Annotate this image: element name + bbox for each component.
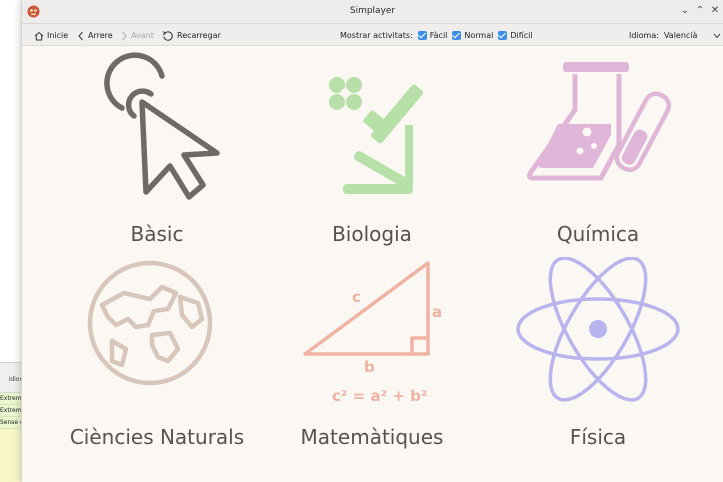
close-button[interactable]: ✕ (708, 4, 722, 18)
easy-label[interactable]: Fàcil (430, 31, 448, 40)
main-window: Simplayer ⌄ ⌃ ✕ Inicie Arrere Avant Reca… (21, 0, 723, 482)
side-b-label: b (364, 358, 375, 376)
home-button[interactable]: Inicie (34, 29, 68, 42)
chevron-down-icon (714, 33, 721, 38)
subject-natural-sciences[interactable]: Ciències Naturals (42, 257, 272, 462)
subject-label: Ciències Naturals (69, 425, 245, 449)
reload-label: Recarregar (177, 31, 221, 40)
maximize-button[interactable]: ⌃ (693, 4, 707, 18)
home-icon (34, 31, 44, 40)
language-label: Idioma: (629, 31, 659, 40)
show-activities-label: Mostrar activitats: (340, 31, 413, 40)
subject-label: Química (556, 222, 640, 246)
globe-icon (87, 260, 213, 386)
forward-label: Avant (131, 31, 154, 40)
back-label: Arrere (88, 31, 113, 40)
forward-button[interactable]: Avant (120, 29, 154, 42)
reload-button[interactable]: Recarregar (162, 29, 221, 42)
language-selector[interactable]: Idioma: Valencià (629, 29, 723, 42)
subject-label: Bàsic (130, 222, 184, 246)
atom-icon (516, 257, 680, 402)
window-title: Simplayer (349, 6, 396, 16)
language-value[interactable]: Valencià (664, 31, 698, 40)
home-label: Inicie (47, 31, 69, 40)
chevron-right-icon (122, 31, 127, 40)
side-a-label: a (432, 303, 442, 321)
subject-physics[interactable]: Física (483, 257, 713, 462)
reload-icon (162, 30, 173, 41)
toolbar: Inicie Arrere Avant Recarregar Mostrar a… (22, 24, 723, 46)
side-c-label: c (352, 288, 361, 306)
hard-label[interactable]: Difícil (510, 31, 532, 40)
desktop: { "background_window": { "header": "Idio… (0, 0, 723, 482)
chevron-left-icon (78, 31, 83, 40)
minimize-button[interactable]: ⌄ (678, 4, 692, 18)
pythagoras-formula: c² = a² + b² (332, 387, 428, 405)
microscope-icon (329, 77, 423, 194)
subject-basic[interactable]: Bàsic (42, 50, 272, 255)
back-button[interactable]: Arrere (77, 29, 113, 42)
triangle-icon: c a b c² = a² + b² (303, 261, 442, 405)
title-bar[interactable]: Simplayer ⌄ ⌃ ✕ (22, 0, 723, 24)
normal-checkbox[interactable] (452, 31, 462, 40)
subject-chemistry[interactable]: Química (483, 50, 713, 255)
subject-biology[interactable]: Biologia (257, 50, 487, 255)
activity-filter: Mostrar activitats: Fàcil Normal Difícil (340, 29, 533, 42)
subject-math[interactable]: c a b c² = a² + b² Matemàtiques (257, 257, 487, 462)
subject-label: Física (569, 425, 627, 449)
subject-label: Matemàtiques (300, 425, 444, 449)
easy-checkbox[interactable] (417, 31, 427, 40)
cursor-click-icon (104, 52, 220, 200)
hard-checkbox[interactable] (498, 31, 508, 40)
flask-icon (526, 62, 672, 181)
subject-label: Biologia (332, 222, 412, 246)
normal-label[interactable]: Normal (464, 31, 493, 40)
